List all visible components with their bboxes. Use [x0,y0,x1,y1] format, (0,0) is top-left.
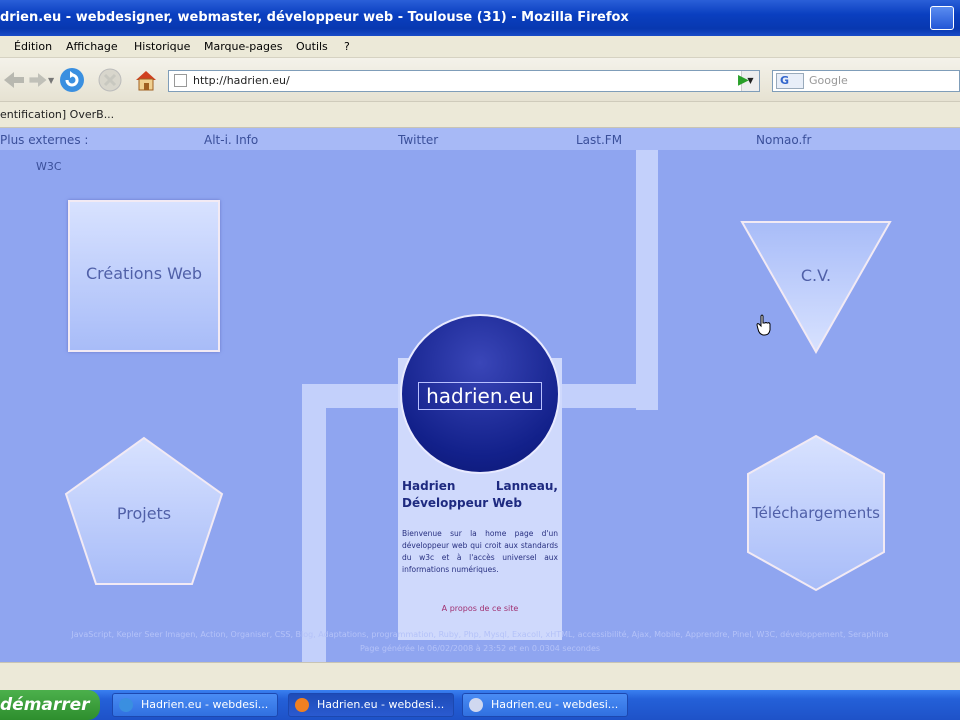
nav-projets-label: Projets [116,504,172,523]
about-link[interactable]: A propos de ce site [400,604,560,613]
search-bar[interactable]: G Google [772,70,960,92]
taskbar-item-label: Hadrien.eu - webdesi... [491,698,619,711]
menu-bar: Édition Affichage Historique Marque-page… [0,36,960,58]
menu-outils[interactable]: Outils [296,36,328,58]
page-footer: JavaScript, Kepler Seer Imagen, Action, … [0,628,960,656]
window-title-bar: drien.eu - webdesigner, webmaster, dével… [0,0,960,36]
taskbar-item-active[interactable]: Hadrien.eu - webdesi... [288,693,454,717]
intro-title: Hadrien Lanneau, Développeur Web [402,479,558,510]
home-icon[interactable] [132,66,160,94]
start-button[interactable]: démarrer [0,690,100,720]
footer-generated: Page générée le 06/02/2008 à 23:52 et en… [359,644,601,653]
menu-marque-pages[interactable]: Marque-pages [204,36,282,58]
taskbar: démarrer Hadrien.eu - webdesi... Hadrien… [0,690,960,720]
hand-cursor-icon [756,314,771,336]
forward-icon[interactable] [26,66,50,94]
status-bar [0,662,960,690]
taskbar-item[interactable]: Hadrien.eu - webdesi... [112,693,278,717]
menu-affichage[interactable]: Affichage [66,36,118,58]
menu-historique[interactable]: Historique [134,36,190,58]
footer-keywords: JavaScript, Kepler Seer Imagen, Action, … [71,630,889,639]
go-icon[interactable]: ▶ [738,72,749,88]
url-bar[interactable]: http://hadrien.eu/ ▼ [168,70,760,92]
window-title: drien.eu - webdesigner, webmaster, dével… [0,10,629,25]
taskbar-item[interactable]: Hadrien.eu - webdesi... [462,693,628,717]
back-icon[interactable] [0,66,28,94]
intro-text: Bienvenue sur la home page d'un développ… [402,529,558,574]
web-page: Plus externes : Alt-i. Info Twitter Last… [0,128,960,662]
ie-icon [119,698,133,712]
page-favicon-icon [174,74,187,87]
menu-edition[interactable]: Édition [14,36,52,58]
history-dropdown-icon[interactable]: ▼ [48,76,54,85]
search-input[interactable]: Google [809,74,848,87]
url-text: http://hadrien.eu/ [193,74,290,87]
bookmark-item[interactable]: entification] OverB... [0,108,114,121]
browser-icon [469,698,483,712]
menu-help[interactable]: ? [344,36,350,58]
firefox-icon [295,698,309,712]
search-engine-icon[interactable]: G [776,73,804,89]
nav-cv-label: C.V. [800,266,832,285]
taskbar-item-label: Hadrien.eu - webdesi... [141,698,269,711]
reload-icon[interactable] [58,66,86,94]
stop-icon[interactable] [96,66,124,94]
site-logo-text[interactable]: hadrien.eu [418,382,542,410]
taskbar-item-label: Hadrien.eu - webdesi... [317,698,445,711]
nav-telechargements-label: Téléchargements [752,504,880,522]
navigation-toolbar: ▼ http://hadrien.eu/ ▼ ▶ G Google [0,58,960,102]
bookmarks-toolbar: entification] OverB... [0,102,960,128]
window-restore-button[interactable] [930,6,954,30]
